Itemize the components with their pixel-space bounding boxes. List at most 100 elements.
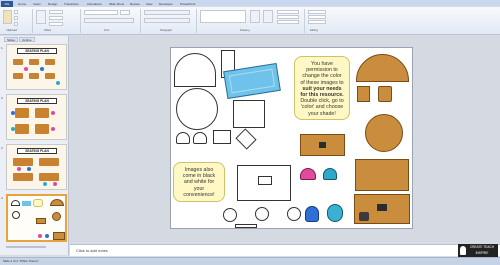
notes-placeholder[interactable]: Click to add notes: [76, 248, 108, 253]
teal-chair[interactable]: [323, 168, 337, 180]
replace-button[interactable]: [308, 15, 326, 19]
desk-icon: [35, 124, 49, 134]
desk-icon: [36, 218, 46, 224]
bubble-text-line: your shade!: [308, 110, 336, 117]
arrange-icon[interactable]: [250, 10, 260, 23]
desk-icon: [29, 59, 39, 65]
round-stool-outline[interactable]: [287, 207, 301, 221]
desk-icon: [13, 158, 33, 166]
chair-outline[interactable]: [193, 132, 207, 144]
status-text: Slide 4 of 4 "Office Theme": [3, 259, 39, 263]
bubble-text-line: 'color' and choose: [300, 104, 344, 111]
slide-thumbnail-2[interactable]: SEATING PLAN: [6, 94, 67, 140]
chair-outline[interactable]: [176, 132, 190, 144]
group-label-editing: Editing: [310, 29, 318, 32]
alignment-buttons[interactable]: [144, 18, 190, 23]
circle-shape[interactable]: [176, 88, 218, 130]
circle-icon: [12, 211, 20, 219]
layout-button[interactable]: [49, 10, 63, 14]
format-painter-icon[interactable]: [14, 22, 18, 26]
group-label-font: Font: [104, 29, 110, 32]
info-bubble-color[interactable]: You have permission to change the color …: [294, 56, 350, 120]
slide-thumbnail-3[interactable]: SEATING PLAN: [6, 144, 67, 190]
desk-icon: [13, 173, 33, 181]
square-shape[interactable]: [233, 100, 265, 128]
shapes-gallery[interactable]: [200, 10, 246, 23]
ribbon-separator: [80, 9, 81, 33]
chair-icon: [17, 167, 21, 171]
tab-outline[interactable]: Outline: [19, 37, 35, 42]
stool-outline[interactable]: [255, 207, 269, 221]
font-size-select[interactable]: [120, 10, 130, 15]
chair-icon: [24, 67, 28, 71]
notes-pane[interactable]: Click to add notes: [70, 244, 500, 256]
ribbon-separator: [32, 9, 33, 33]
cut-icon[interactable]: [14, 10, 18, 14]
teal-stool[interactable]: [327, 204, 343, 222]
rectangle-table[interactable]: [355, 159, 409, 191]
round-table[interactable]: [365, 114, 403, 152]
name-label-shape[interactable]: [235, 224, 257, 228]
bubble-text-line: change the color: [302, 73, 342, 80]
chair-icon: [11, 111, 15, 115]
ribbon-separator: [304, 9, 305, 33]
ribbon-separator: [196, 9, 197, 33]
desk-icon: [39, 173, 59, 181]
desk-outline[interactable]: [213, 130, 231, 144]
ribbon: Clipboard Slides Font Paragraph Drawing …: [0, 7, 500, 35]
new-slide-icon[interactable]: [36, 10, 46, 24]
round-table-icon: [52, 212, 61, 221]
chair-icon: [51, 111, 55, 115]
wood-desk[interactable]: [300, 134, 345, 156]
desk-icon: [45, 73, 55, 79]
reset-button[interactable]: [49, 16, 63, 20]
pink-chair[interactable]: [300, 168, 316, 180]
blue-chair[interactable]: [305, 206, 319, 222]
pane-scrollbar[interactable]: [6, 246, 46, 248]
bullets-buttons[interactable]: [144, 10, 190, 15]
group-label-clipboard: Clipboard: [6, 29, 18, 32]
find-button[interactable]: [308, 10, 326, 14]
shape-fill-button[interactable]: [277, 10, 299, 14]
wood-chair[interactable]: [378, 86, 392, 102]
half-circle-shape[interactable]: [174, 53, 216, 87]
wood-teacher-desk[interactable]: [354, 194, 410, 224]
shape-icon: [11, 200, 20, 206]
computer-icon: [377, 204, 387, 211]
half-round-table[interactable]: [356, 54, 409, 82]
chair-icon: [51, 127, 55, 131]
font-style-buttons[interactable]: [84, 18, 134, 23]
desk-icon: [35, 108, 49, 118]
tab-slides[interactable]: Slides: [4, 37, 19, 42]
desk-icon: [13, 73, 23, 79]
chair-icon: [38, 234, 42, 238]
chair-icon: [53, 182, 57, 186]
office-chair-icon: [359, 212, 369, 221]
desk-icon: [15, 124, 29, 134]
quick-styles-icon[interactable]: [263, 10, 273, 23]
copy-icon[interactable]: [14, 16, 18, 20]
computer-outline-icon: [258, 176, 272, 185]
section-button[interactable]: [49, 22, 63, 26]
rug-border: [228, 68, 276, 94]
slide-canvas[interactable]: You have permission to change the color …: [170, 47, 413, 229]
paste-icon[interactable]: [3, 10, 12, 24]
chair-icon: [56, 81, 60, 85]
bubble-icon: [33, 199, 43, 207]
status-bar: Slide 4 of 4 "Office Theme": [0, 257, 500, 265]
shape-outline-button[interactable]: [277, 15, 299, 19]
slide-thumbnail-4[interactable]: [6, 194, 67, 242]
chair-icon: [43, 182, 47, 186]
select-button[interactable]: [308, 20, 326, 24]
shape-effects-button[interactable]: [277, 20, 299, 24]
slide-thumbnail-1[interactable]: SEATING PLAN: [6, 44, 67, 90]
wood-chair[interactable]: [357, 86, 370, 102]
thumbnail-title: SEATING PLAN: [17, 148, 57, 154]
diamond-shape[interactable]: [235, 128, 257, 150]
font-name-select[interactable]: [84, 10, 118, 15]
computer-icon: [319, 142, 326, 148]
teacher-desk-outline[interactable]: [237, 165, 291, 201]
stool-outline[interactable]: [223, 208, 237, 222]
info-bubble-bw[interactable]: Images also come in black and white for …: [173, 162, 225, 202]
rug-icon: [22, 201, 31, 206]
